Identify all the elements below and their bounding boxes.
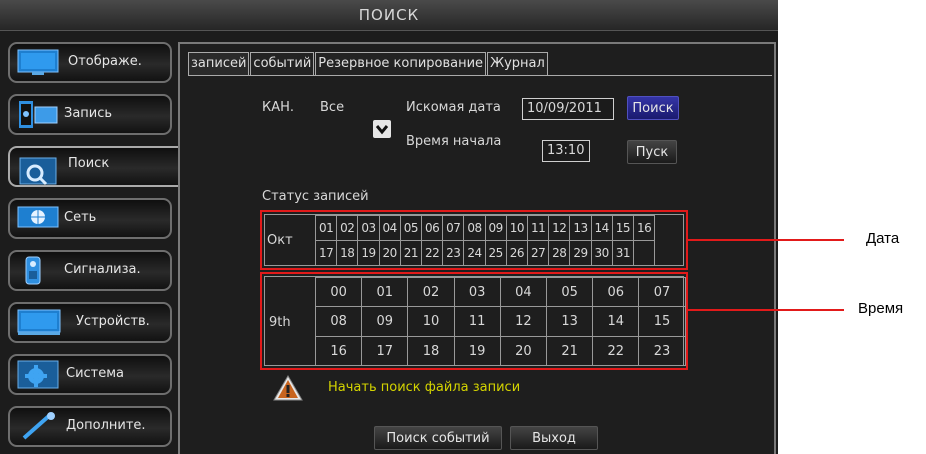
sidebar-item-search[interactable]: Поиск (8, 146, 178, 187)
play-button[interactable]: Пуск (627, 140, 677, 164)
sidebar-item-advanced[interactable]: Дополните. (8, 406, 172, 447)
record-status-title: Статус записей (262, 189, 369, 204)
time-highlight (260, 272, 688, 370)
date-callout-label: Дата (866, 230, 900, 247)
sidebar-item-alarm[interactable]: Сигнализа. (8, 250, 172, 291)
sidebar-item-record[interactable]: Запись (8, 94, 172, 135)
chevron-down-icon (375, 125, 389, 135)
event-search-button[interactable]: Поиск событий (374, 426, 502, 450)
monitor-icon (17, 49, 59, 75)
sidebar-item-label: Отображе. (68, 54, 142, 69)
gear-icon (17, 360, 59, 389)
warning-icon (273, 375, 303, 401)
start-time-field[interactable]: 13:10 (542, 140, 590, 162)
time-callout-line (686, 309, 844, 311)
start-time-label: Время начала (406, 134, 502, 149)
date-callout-line (686, 239, 844, 241)
tab-divider (188, 75, 772, 76)
search-button[interactable]: Поиск (627, 96, 679, 120)
network-icon (17, 206, 59, 228)
channel-dropdown-button[interactable] (373, 120, 391, 138)
dvr-screen: ПОИСК Отображе. Запись Поиск Сеть Сигнал… (0, 0, 778, 454)
sidebar-item-label: Запись (64, 106, 113, 121)
sidebar-item-label: Сеть (64, 210, 97, 225)
sidebar-item-label: Сигнализа. (64, 262, 141, 277)
tab-records[interactable]: записей (188, 52, 250, 75)
sidebar-item-label: Устройств. (76, 314, 150, 329)
channel-label: КАН. (262, 100, 295, 115)
search-panel: записей событий Резервное копирование Жу… (178, 42, 776, 454)
sidebar-item-system[interactable]: Система (8, 354, 172, 395)
device-icon (17, 309, 61, 335)
alarm-icon (25, 256, 41, 285)
magnifier-icon (19, 157, 57, 186)
wrench-icon (22, 412, 55, 440)
time-callout-label: Время (858, 300, 904, 317)
sidebar-item-devices[interactable]: Устройств. (8, 302, 172, 343)
tab-events[interactable]: событий (250, 52, 315, 75)
sidebar: Отображе. Запись Поиск Сеть Сигнализа. У… (8, 42, 178, 454)
search-date-label: Искомая дата (406, 100, 501, 115)
sidebar-item-label: Поиск (68, 156, 110, 171)
tab-backup[interactable]: Резервное копирование (315, 52, 487, 75)
sidebar-item-network[interactable]: Сеть (8, 198, 172, 239)
sidebar-item-label: Система (66, 366, 125, 381)
sidebar-item-display[interactable]: Отображе. (8, 42, 172, 83)
status-message: Начать поиск файла записи (328, 380, 521, 395)
channel-select[interactable]: Все (320, 100, 344, 115)
film-icon (19, 101, 58, 128)
tab-bar: записей событий Резервное копирование Жу… (188, 52, 549, 76)
page-title: ПОИСК (0, 0, 778, 31)
tab-log[interactable]: Журнал (487, 52, 548, 75)
date-highlight (260, 210, 688, 270)
search-date-field[interactable]: 10/09/2011 (522, 98, 614, 120)
exit-button[interactable]: Выход (510, 426, 598, 450)
sidebar-item-label: Дополните. (66, 418, 146, 433)
